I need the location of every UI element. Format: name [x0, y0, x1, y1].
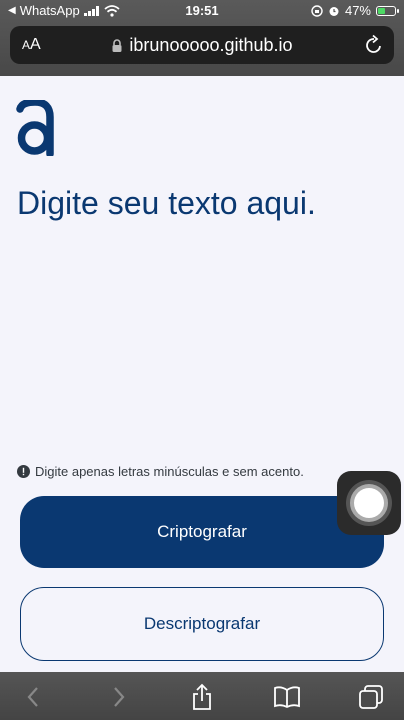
browser-top-chrome: ◀ WhatsApp 19:51 47% AA ibrunooooo.githu…	[0, 0, 404, 76]
web-page: Digite apenas letras minúsculas e sem ac…	[0, 76, 404, 672]
chevron-right-icon	[114, 687, 125, 707]
url-field[interactable]: ibrunooooo.github.io	[10, 35, 394, 56]
alarm-icon	[329, 6, 339, 16]
assistive-touch-ring-inner	[354, 488, 384, 518]
browser-toolbar	[0, 672, 404, 720]
message-textarea[interactable]	[17, 184, 387, 434]
address-bar[interactable]: AA ibrunooooo.github.io	[10, 26, 394, 64]
orientation-lock-icon	[311, 4, 323, 17]
warning-message: Digite apenas letras minúsculas e sem ac…	[17, 464, 304, 479]
status-right: 47%	[311, 3, 399, 18]
status-bar: ◀ WhatsApp 19:51 47%	[0, 0, 404, 22]
alura-logo	[16, 100, 54, 156]
battery-fill	[378, 7, 385, 14]
chevron-left-icon	[27, 687, 38, 707]
tabs-button[interactable]	[356, 682, 386, 712]
tabs-icon	[359, 685, 383, 709]
share-icon	[193, 683, 211, 710]
warning-text: Digite apenas letras minúsculas e sem ac…	[35, 464, 304, 479]
assistive-touch-button[interactable]	[337, 471, 401, 535]
reload-icon[interactable]	[364, 34, 384, 56]
share-button[interactable]	[187, 682, 217, 712]
bookmarks-button[interactable]	[272, 682, 302, 712]
back-button[interactable]	[18, 682, 48, 712]
lock-icon	[112, 38, 122, 52]
battery-percentage: 47%	[344, 3, 371, 18]
book-icon	[274, 686, 300, 709]
encrypt-button[interactable]: Criptografar	[20, 496, 384, 568]
exclamation-circle-icon	[17, 465, 30, 478]
url-text: ibrunooooo.github.io	[129, 35, 293, 55]
battery-icon	[376, 5, 399, 16]
decrypt-button[interactable]: Descriptografar	[20, 587, 384, 661]
forward-button[interactable]	[104, 682, 134, 712]
